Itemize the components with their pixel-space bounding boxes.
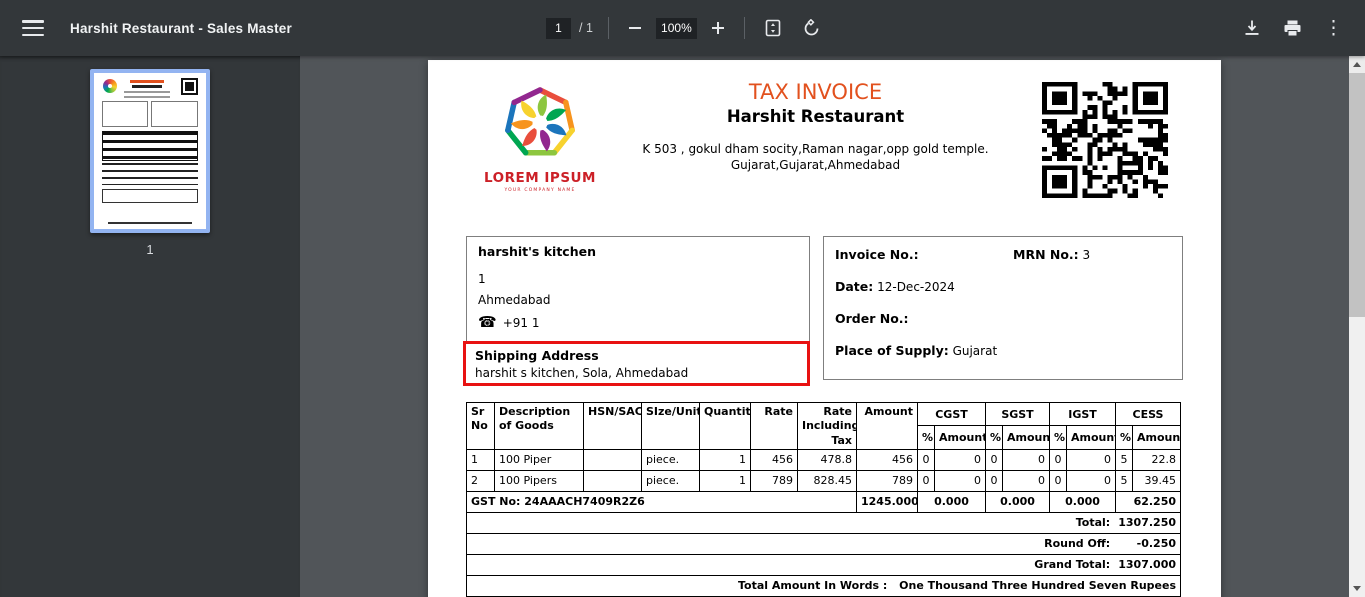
logo-pinwheel-icon (505, 87, 575, 156)
round-off-row: Round Off: -0.250 (465, 532, 1182, 555)
sgst-total: 0.000 (984, 490, 1051, 513)
scroll-down-button[interactable] (1349, 580, 1365, 597)
viewer-content: 1 LOREM IPSUM YOUR COMPANY NAME TAX INVO… (0, 56, 1365, 597)
round-off-value: -0.250 (1136, 537, 1177, 551)
cgst-total: 0.000 (917, 490, 986, 513)
print-icon (1284, 20, 1301, 36)
download-button[interactable] (1239, 15, 1265, 41)
zoom-in-button[interactable] (707, 17, 729, 39)
thumbnail-preview (94, 73, 206, 229)
qr-code (1042, 82, 1168, 198)
pdf-toolbar: Harshit Restaurant - Sales Master / 1 10… (0, 0, 1365, 56)
table-header-row: Sr No Description of Goods HSN/SAC SIze/… (466, 401, 1182, 450)
toolbar-center-controls: / 1 100% (546, 0, 825, 56)
order-number-row: Order No.: (835, 311, 909, 326)
fit-page-icon (765, 19, 781, 37)
toolbar-divider (607, 17, 609, 39)
place-of-supply-row: Place of Supply: Gujarat (835, 343, 998, 358)
total-value: 1307.250 (1118, 516, 1177, 530)
shipping-address-value: harshit s kitchen, Sola, Ahmedabad (475, 366, 689, 380)
company-logo: LOREM IPSUM YOUR COMPANY NAME (475, 86, 605, 193)
igst-total: 0.000 (1049, 490, 1117, 513)
rotate-icon (804, 18, 819, 35)
mrn-number-row: MRN No.: 3 (1013, 247, 1091, 262)
amount-in-words-row: Total Amount In Words : One Thousand Thr… (465, 574, 1182, 597)
item-row: 2 100 Pipers piece. 1 789 828.45 789 0 0… (466, 469, 1182, 492)
rotate-button[interactable] (798, 15, 825, 42)
zoom-out-button[interactable] (624, 17, 646, 39)
invoice-meta-box: Invoice No.: MRN No.: 3 Date: 12-Dec-202… (823, 236, 1183, 380)
invoice-date-row: Date: 12-Dec-2024 (835, 279, 955, 294)
thumbnail-panel: 1 (0, 56, 300, 597)
menu-icon[interactable] (22, 20, 44, 36)
place-of-supply-value: Gujarat (952, 344, 998, 358)
customer-address-line1: 1 (478, 272, 486, 286)
pdf-viewer-area: LOREM IPSUM YOUR COMPANY NAME TAX INVOIC… (300, 56, 1349, 597)
vertical-scrollbar[interactable] (1349, 56, 1365, 597)
zoom-level-value[interactable]: 100% (655, 17, 697, 39)
company-name: Harshit Restaurant (726, 107, 905, 126)
minus-icon (628, 27, 641, 29)
download-icon (1245, 20, 1259, 35)
logo-subtext: YOUR COMPANY NAME (504, 188, 576, 193)
scroll-up-button[interactable] (1349, 56, 1365, 73)
mrn-number-value: 3 (1082, 248, 1091, 262)
page-thumbnail[interactable] (90, 69, 210, 233)
plus-icon (711, 22, 724, 34)
grand-total-value: 1307.000 (1118, 558, 1177, 572)
customer-address-line2: Ahmedabad (478, 293, 551, 307)
invoice-number-row: Invoice No.: MRN No.: 3 (835, 245, 1171, 265)
company-address: K 503 , gokul dham socity,Raman nagar,op… (642, 142, 989, 173)
page-count-label: / 1 (579, 21, 593, 35)
fit-to-page-button[interactable] (760, 15, 786, 41)
total-row: Total: 1307.250 (465, 511, 1182, 534)
thumbnail-page-number: 1 (146, 242, 154, 257)
scroll-down-icon (1353, 586, 1361, 591)
grand-total-row: Grand Total: 1307.000 (465, 553, 1182, 576)
print-button[interactable] (1279, 15, 1306, 42)
more-options-button[interactable]: ⋮ (1320, 15, 1347, 42)
page-number-input[interactable] (546, 17, 571, 39)
thumbnail-qr (181, 78, 198, 95)
gst-amount-total: 1245.000 (856, 490, 918, 513)
cess-total: 62.250 (1115, 490, 1182, 513)
customer-name: harshit's kitchen (478, 244, 596, 259)
gst-number: GST No: 24AAACH7409R2Z6 (466, 490, 857, 513)
scrollbar-thumb[interactable] (1349, 73, 1365, 317)
invoice-header: TAX INVOICE Harshit Restaurant K 503 , g… (593, 80, 1038, 173)
customer-phone: ☎ +91 1 (478, 313, 540, 331)
invoice-page: LOREM IPSUM YOUR COMPANY NAME TAX INVOIC… (428, 60, 1221, 597)
shipping-address-highlight: Shipping Address harshit s kitchen, Sola… (463, 341, 810, 386)
items-table: Sr No Description of Goods HSN/SAC SIze/… (465, 401, 1182, 597)
amount-in-words-value: One Thousand Three Hundred Seven Rupees (899, 579, 1177, 593)
logo-text: LOREM IPSUM (484, 170, 596, 186)
scroll-up-icon (1353, 62, 1361, 67)
invoice-date-value: 12-Dec-2024 (877, 280, 955, 294)
document-title: Harshit Restaurant - Sales Master (70, 20, 292, 36)
shipping-address-label: Shipping Address (475, 348, 599, 363)
gst-summary-row: GST No: 24AAACH7409R2Z6 1245.000 0.000 0… (466, 490, 1182, 513)
phone-icon: ☎ (478, 313, 497, 331)
toolbar-right-controls: ⋮ (1239, 0, 1347, 56)
thumbnail-logo (103, 79, 117, 93)
invoice-title: TAX INVOICE (748, 80, 883, 104)
toolbar-divider (743, 17, 745, 39)
thumbnail-title-line (130, 80, 164, 83)
item-row: 1 100 Piper piece. 1 456 478.8 456 0 0 0… (466, 448, 1182, 471)
